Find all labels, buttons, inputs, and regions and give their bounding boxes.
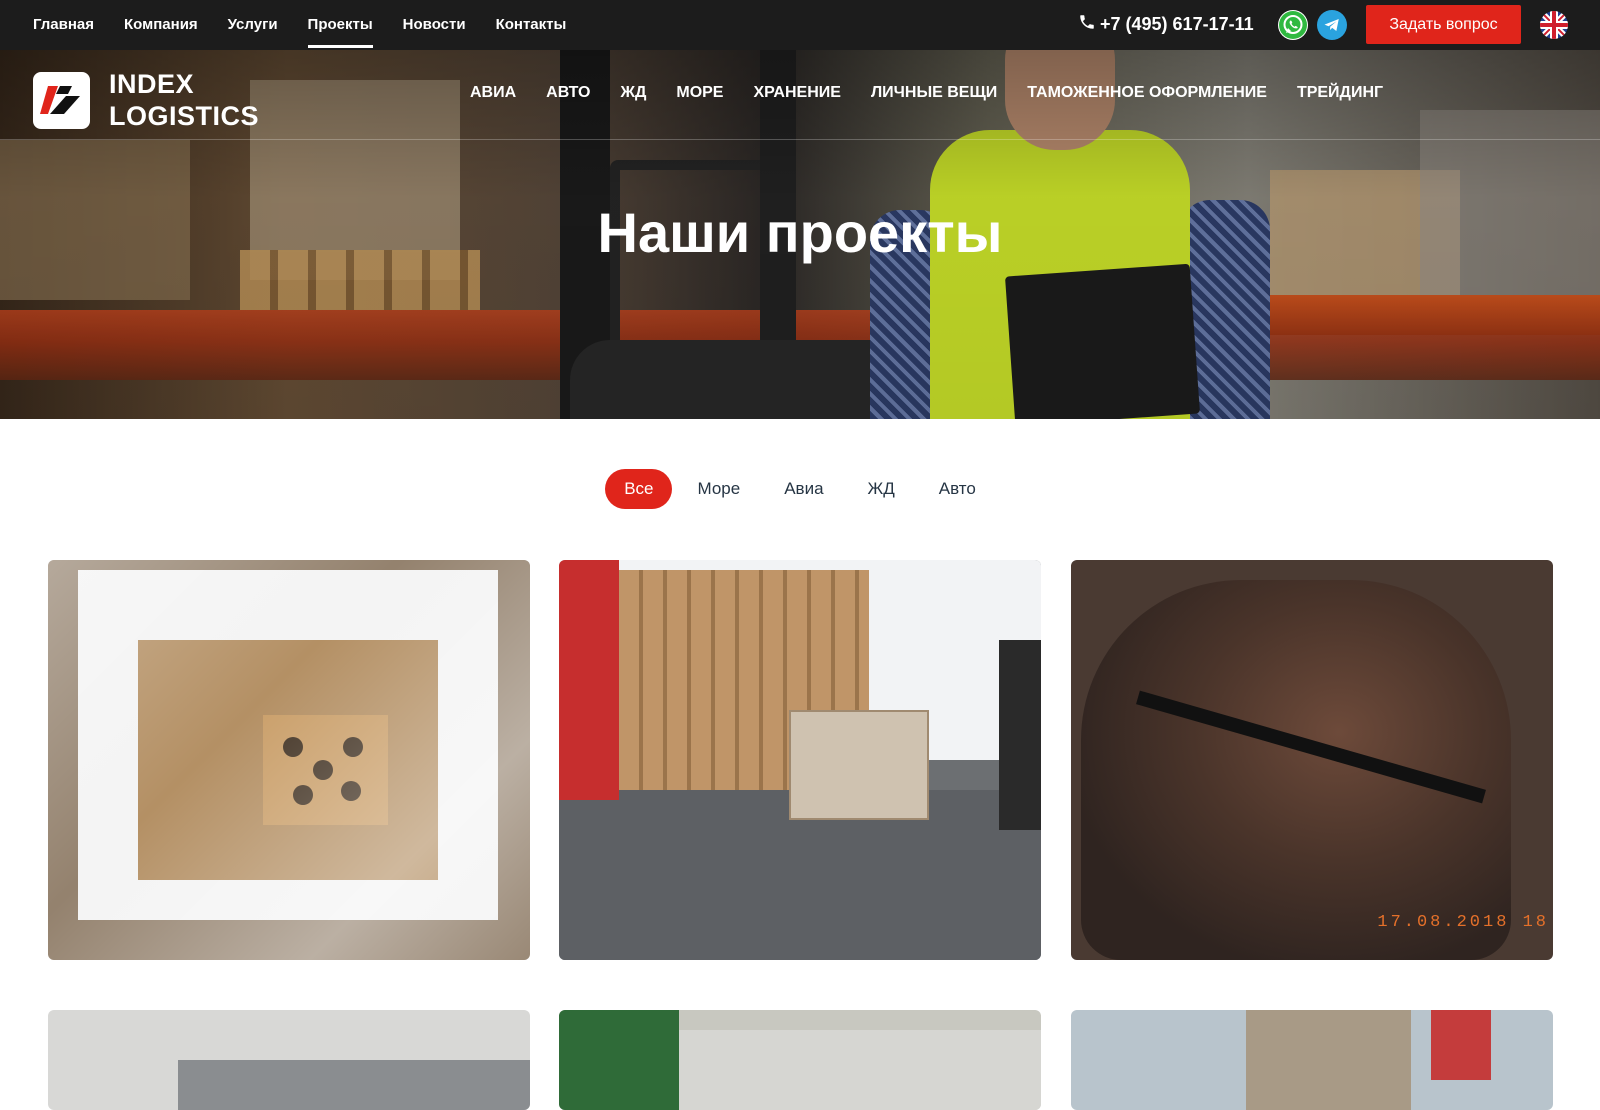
- logo[interactable]: INDEX LOGISTICS: [33, 68, 259, 132]
- project-card[interactable]: [48, 560, 530, 960]
- project-card[interactable]: [48, 1010, 530, 1110]
- services-nav: АВИА АВТО ЖД МОРЕ ХРАНЕНИЕ ЛИЧНЫЕ ВЕЩИ Т…: [470, 84, 1413, 102]
- telegram-icon[interactable]: [1317, 10, 1347, 40]
- service-rail[interactable]: ЖД: [621, 84, 647, 102]
- card-photo-part: [1246, 1010, 1411, 1110]
- card-photo-part: [559, 1010, 679, 1110]
- filter-air[interactable]: Авиа: [765, 469, 842, 509]
- card-photo-part: [679, 1030, 1041, 1110]
- top-bar: Главная Компания Услуги Проекты Новости …: [0, 0, 1600, 50]
- phone-link[interactable]: +7 (495) 617-17-11: [1078, 13, 1254, 36]
- filter-sea[interactable]: Море: [678, 469, 759, 509]
- service-auto[interactable]: АВТО: [546, 84, 590, 102]
- main-header: INDEX LOGISTICS АВИА АВТО ЖД МОРЕ ХРАНЕН…: [0, 50, 1600, 140]
- phone-icon: [1078, 13, 1096, 36]
- nav-services[interactable]: Услуги: [228, 0, 278, 50]
- nav-company[interactable]: Компания: [124, 0, 198, 50]
- service-sea[interactable]: МОРЕ: [676, 84, 723, 102]
- card-photo-part: [1431, 1010, 1491, 1080]
- service-personal[interactable]: ЛИЧНЫЕ ВЕЩИ: [871, 84, 997, 102]
- project-card[interactable]: 17.08.2018 18: [1071, 560, 1553, 960]
- project-card[interactable]: [1071, 1010, 1553, 1110]
- filter-rail[interactable]: ЖД: [849, 469, 914, 509]
- logo-line1: INDEX: [109, 69, 195, 99]
- photo-timestamp: 17.08.2018 18: [1377, 913, 1549, 932]
- filter-auto[interactable]: Авто: [920, 469, 995, 509]
- whatsapp-icon[interactable]: [1278, 10, 1308, 40]
- project-card[interactable]: [559, 560, 1041, 960]
- uk-flag-icon[interactable]: [1540, 11, 1568, 39]
- card-photo-part: [789, 710, 929, 820]
- project-card[interactable]: [559, 1010, 1041, 1110]
- service-storage[interactable]: ХРАНЕНИЕ: [753, 84, 840, 102]
- nav-news[interactable]: Новости: [403, 0, 466, 50]
- card-photo-part: [1081, 580, 1511, 960]
- card-photo-part: [559, 560, 619, 800]
- project-filters: Все Море Авиа ЖД Авто: [0, 469, 1600, 509]
- logo-line2: LOGISTICS: [109, 101, 260, 131]
- nav-contacts[interactable]: Контакты: [496, 0, 567, 50]
- card-photo-part: [178, 1060, 530, 1110]
- service-trading[interactable]: ТРЕЙДИНГ: [1297, 84, 1383, 102]
- top-nav: Главная Компания Услуги Проекты Новости …: [33, 0, 596, 50]
- nav-projects[interactable]: Проекты: [307, 0, 373, 50]
- nav-home[interactable]: Главная: [33, 0, 94, 50]
- service-air[interactable]: АВИА: [470, 84, 516, 102]
- card-photo-part: [48, 560, 530, 960]
- logo-text: INDEX LOGISTICS: [109, 68, 259, 132]
- service-customs[interactable]: ТАМОЖЕННОЕ ОФОРМЛЕНИЕ: [1027, 84, 1267, 102]
- page-title: Наши проекты: [597, 201, 1003, 264]
- filter-all[interactable]: Все: [605, 469, 673, 509]
- phone-number: +7 (495) 617-17-11: [1100, 14, 1254, 34]
- card-photo-part: [999, 640, 1041, 830]
- logo-icon: [33, 71, 90, 129]
- ask-question-button[interactable]: Задать вопрос: [1366, 5, 1521, 44]
